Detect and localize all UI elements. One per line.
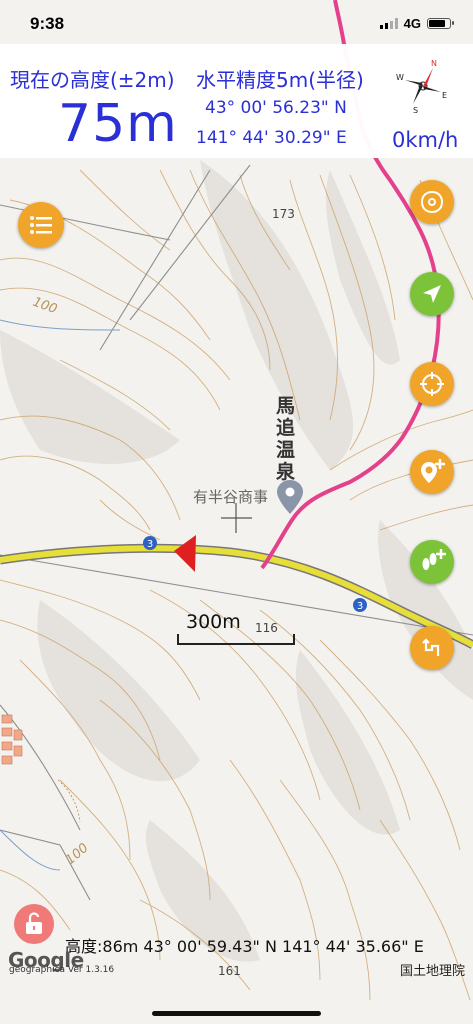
compass-w: W xyxy=(396,73,404,82)
route-badge: 3 xyxy=(147,539,153,550)
longitude-value: 141° 44' 30.29" E xyxy=(196,128,347,148)
lock-button[interactable] xyxy=(14,904,54,944)
status-indicators: 4G xyxy=(379,16,454,31)
speed-value: 0km/h xyxy=(392,128,459,152)
route-badge: 3 xyxy=(357,601,363,612)
home-indicator[interactable] xyxy=(152,1011,321,1016)
altitude-value: 75m xyxy=(58,94,178,154)
accuracy-label: 水平精度5m(半径) xyxy=(196,68,364,92)
layers-button[interactable] xyxy=(410,180,454,224)
map-attribution: 国土地理院 xyxy=(399,964,465,979)
spot-height: 173 xyxy=(272,207,295,221)
cellular-signal-icon xyxy=(379,18,398,29)
battery-icon xyxy=(427,18,454,29)
altitude-label: 現在の高度(±2m) xyxy=(10,68,175,92)
crosshair-icon xyxy=(420,372,444,396)
menu-button[interactable] xyxy=(18,202,64,248)
spot-height: 161 xyxy=(218,964,241,978)
latitude-value: 43° 00' 56.23" N xyxy=(205,98,347,118)
unlock-icon xyxy=(26,912,42,934)
compass-e: E xyxy=(442,91,447,100)
footprints-add-icon xyxy=(422,549,446,570)
scale-label: 300m xyxy=(186,611,241,633)
status-time: 9:38 xyxy=(30,14,65,33)
gps-info-panel: 現在の高度(±2m) 75m 水平精度5m(半径) 43° 00' 56.23"… xyxy=(0,44,473,158)
compass-n: N xyxy=(431,59,437,68)
compass-s: S xyxy=(413,106,418,114)
cursor-info: 高度:86m 43° 00' 59.43" N 141° 44' 35.66" … xyxy=(65,937,424,956)
network-type: 4G xyxy=(403,16,421,31)
spot-height: 116 xyxy=(255,621,278,635)
compass-icon[interactable]: N S E W xyxy=(395,54,451,114)
add-track-button[interactable] xyxy=(410,540,454,584)
center-button[interactable] xyxy=(410,362,454,406)
route-icon xyxy=(422,638,440,656)
locate-button[interactable] xyxy=(410,272,454,316)
swirl-icon xyxy=(421,191,443,213)
app-version: geographica Ver 1.3.16 xyxy=(9,965,115,975)
place-label: 馬追温泉 xyxy=(276,395,296,483)
add-pin-icon xyxy=(421,459,445,483)
route-button[interactable] xyxy=(410,626,454,670)
poi-label: 有半谷商事 xyxy=(193,488,269,506)
add-pin-button[interactable] xyxy=(410,450,454,494)
menu-icon xyxy=(30,216,52,234)
navigation-arrow-icon xyxy=(423,285,441,303)
